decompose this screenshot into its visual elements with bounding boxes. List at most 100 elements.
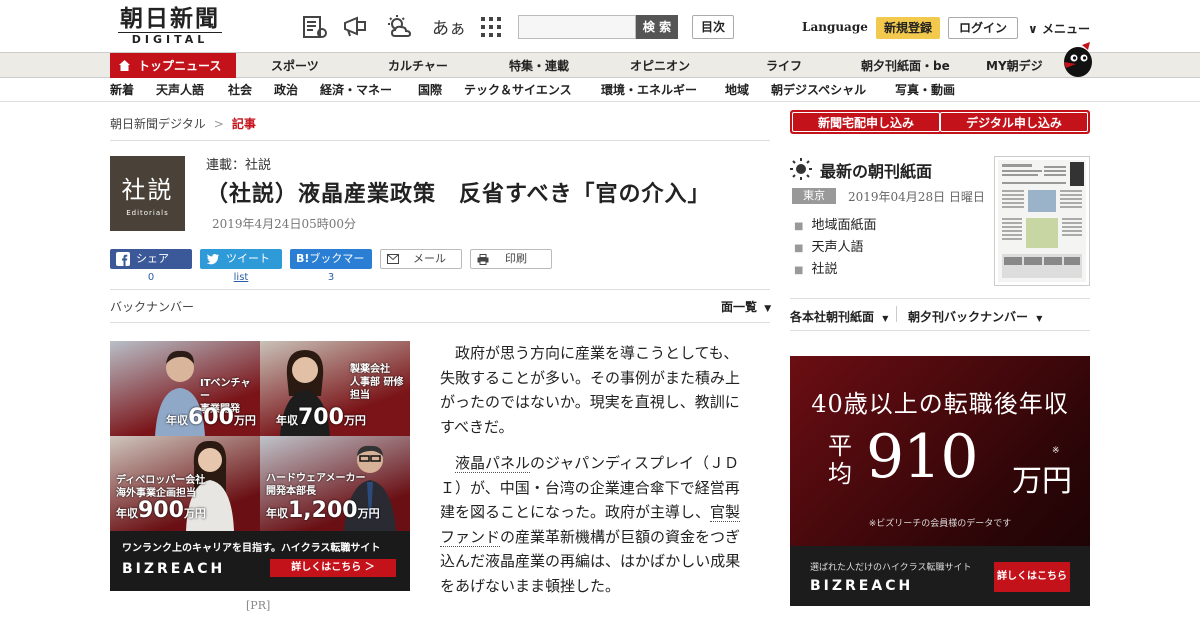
site-header: 朝日新聞 DIGITAL あぁ 検 索 目次 Language 新規登録 ログイ… — [0, 0, 1200, 52]
nav2-item[interactable]: テック＆サイエンス — [464, 78, 572, 102]
ad-role-line2: 人事部 研修担当 — [350, 377, 404, 401]
breadcrumb-current: 記事 — [231, 117, 256, 131]
back-number-label: バックナンバー — [110, 300, 195, 314]
newspaper-front-page — [998, 160, 1086, 282]
ad-cta-button[interactable]: 詳しくはこちら — [994, 562, 1070, 592]
series-label[interactable]: 連載：社説 — [206, 154, 271, 173]
nav2-item[interactable]: 写真・動画 — [895, 78, 955, 102]
ad-footer: 選ばれた人だけのハイクラス転職サイト BIZREACH 詳しくはこちら — [790, 546, 1090, 606]
divider — [790, 298, 1090, 299]
print-label: 印刷 — [505, 252, 527, 265]
ad-tagline: ワンランク上のキャリアを目指す。ハイクラス転職サイト — [122, 543, 381, 554]
paper-date: 2019年04月28日 日曜日 — [848, 190, 985, 204]
weather-icon[interactable] — [386, 14, 412, 40]
search-input[interactable] — [518, 15, 636, 39]
toc-button[interactable]: 目次 — [692, 15, 734, 39]
ad-cell: 製薬会社 人事部 研修担当 年収700万円 — [260, 341, 410, 436]
site-logo[interactable]: 朝日新聞 DIGITAL — [110, 6, 230, 48]
nav2-item[interactable]: 環境・エネルギー — [601, 78, 697, 102]
breadcrumb-separator: > — [213, 117, 224, 131]
paper-link-label: 天声人語 — [811, 240, 864, 255]
subscribe-box: 新聞宅配申し込み デジタル申し込み — [790, 110, 1090, 134]
tweet-button[interactable]: ツイート — [200, 249, 282, 269]
ad-amount: 910 — [866, 422, 979, 492]
mascot-icon[interactable] — [1054, 42, 1094, 78]
latest-paper-title[interactable]: 最新の朝刊紙面 — [820, 158, 932, 182]
ad-role-line1: ITベンチャー — [200, 378, 251, 402]
divider — [896, 306, 897, 322]
nav-item-sports[interactable]: スポーツ — [271, 53, 319, 79]
primary-nav: トップニュース スポーツ カルチャー 特集・連載 オピニオン ライフ 朝夕刊紙面… — [0, 52, 1200, 79]
ad-role-line1: ディベロッパー会社 — [116, 475, 206, 486]
paper-link-label: 社説 — [811, 262, 838, 277]
ad-pay-suffix: 万円 — [233, 414, 256, 427]
font-size-icon[interactable]: あぁ — [432, 14, 466, 39]
nav-top-news[interactable]: トップニュース — [110, 53, 236, 79]
nav-top-news-label: トップニュース — [138, 59, 222, 73]
ad-unit: 万円 — [1012, 464, 1072, 499]
facebook-share-button[interactable]: シェア — [110, 249, 192, 269]
menu-button[interactable]: ∨ メニュー — [1028, 20, 1090, 37]
paper-link[interactable]: ■ 地域面紙面 — [794, 214, 876, 233]
subscribe-digital-button[interactable]: デジタル申し込み — [940, 112, 1088, 132]
print-button[interactable]: 印刷 — [470, 249, 552, 269]
language-link[interactable]: Language — [802, 20, 868, 34]
paper-link[interactable]: ■ 社説 — [794, 258, 837, 277]
home-icon — [119, 60, 130, 71]
ad-pay-suffix: 万円 — [357, 507, 380, 520]
hatena-bookmark-button[interactable]: B!ブックマーク — [290, 249, 372, 285]
breadcrumb-home[interactable]: 朝日新聞デジタル — [110, 117, 206, 131]
mail-button[interactable]: メール — [380, 249, 462, 269]
ad-pay-prefix: 年収 — [266, 507, 288, 520]
login-button[interactable]: ログイン — [948, 17, 1018, 39]
paper-link[interactable]: ■ 天声人語 — [794, 236, 863, 255]
nav2-item[interactable]: 経済・マネー — [320, 78, 392, 102]
ad-pay-prefix: 年収 — [276, 414, 298, 427]
nav-item-life[interactable]: ライフ — [766, 53, 802, 79]
nav-item-culture[interactable]: カルチャー — [388, 53, 448, 79]
caret-down-icon: ▼ — [882, 314, 889, 323]
back-issues-dropdown[interactable]: 朝夕刊バックナンバー ▼ — [908, 308, 1042, 325]
article-title: （社説）液晶産業政策 反省すべき「官の介入」 — [206, 181, 711, 207]
back-issues-label: 朝夕刊バックナンバー — [908, 310, 1029, 324]
nav2-item[interactable]: 天声人語 — [156, 78, 204, 102]
subscribe-paper-button[interactable]: 新聞宅配申し込み — [792, 112, 940, 132]
tweet-count[interactable]: list — [200, 272, 282, 283]
hatena-icon: B! — [296, 252, 310, 265]
grid-menu-icon[interactable] — [478, 14, 504, 40]
badge-sub: Editorials — [126, 209, 169, 217]
keyword-link[interactable]: 液晶パネル — [455, 454, 531, 473]
page-list-dropdown[interactable]: 面一覧 ▼ — [721, 298, 771, 315]
advertisement-right[interactable]: 40歳以上の転職後年収 平均 910 万円 ※ ※ビズリーチの会員様のデータです… — [790, 356, 1090, 606]
nav2-item[interactable]: 社会 — [228, 78, 252, 102]
bookmark-count: 3 — [327, 272, 335, 283]
nav2-item[interactable]: 政治 — [274, 78, 298, 102]
nav-item-opinion[interactable]: オピニオン — [630, 53, 690, 79]
newspaper-icon[interactable] — [302, 14, 328, 40]
nav-item-paper[interactable]: 朝夕刊紙面・be — [861, 53, 950, 79]
ad-role-line2: 開発本部長 — [266, 486, 316, 497]
sun-icon — [790, 158, 812, 180]
twitter-icon — [206, 254, 219, 265]
article-body: 政府が思う方向に産業を導こうとしても、失敗することが多い。その事例がまた積み上が… — [440, 341, 746, 610]
facebook-icon — [116, 252, 130, 266]
nav-item-my-asadigi[interactable]: MY朝デジ — [986, 53, 1043, 79]
menu-label: メニュー — [1041, 22, 1090, 36]
regional-papers-dropdown[interactable]: 各本社朝刊紙面 ▼ — [790, 308, 888, 325]
megaphone-icon[interactable] — [342, 14, 368, 40]
advertisement-left[interactable]: ITベンチャー 事業開発 年収600万円 製薬会社 人事部 研修担当 年収700万円… — [110, 341, 410, 591]
signup-button[interactable]: 新規登録 — [876, 17, 940, 39]
newspaper-thumbnail[interactable] — [994, 156, 1090, 286]
share-label: シェア — [136, 252, 169, 265]
nav2-item[interactable]: 地域 — [725, 78, 749, 102]
article-date: 2019年4月24日05時00分 — [212, 217, 356, 231]
nav-item-features[interactable]: 特集・連載 — [509, 53, 569, 79]
nav2-item[interactable]: 新着 — [110, 78, 134, 102]
pr-label: [PR] — [246, 599, 271, 612]
nav2-item[interactable]: 朝デジスペシャル — [771, 78, 866, 102]
ad-cta-button[interactable]: 詳しくはこちら ＞ — [270, 559, 396, 577]
ad-pay-amount: 900 — [138, 498, 184, 523]
caret-down-icon: ▼ — [1036, 314, 1043, 323]
search-button[interactable]: 検 索 — [636, 15, 678, 39]
nav2-item[interactable]: 国際 — [418, 78, 442, 102]
